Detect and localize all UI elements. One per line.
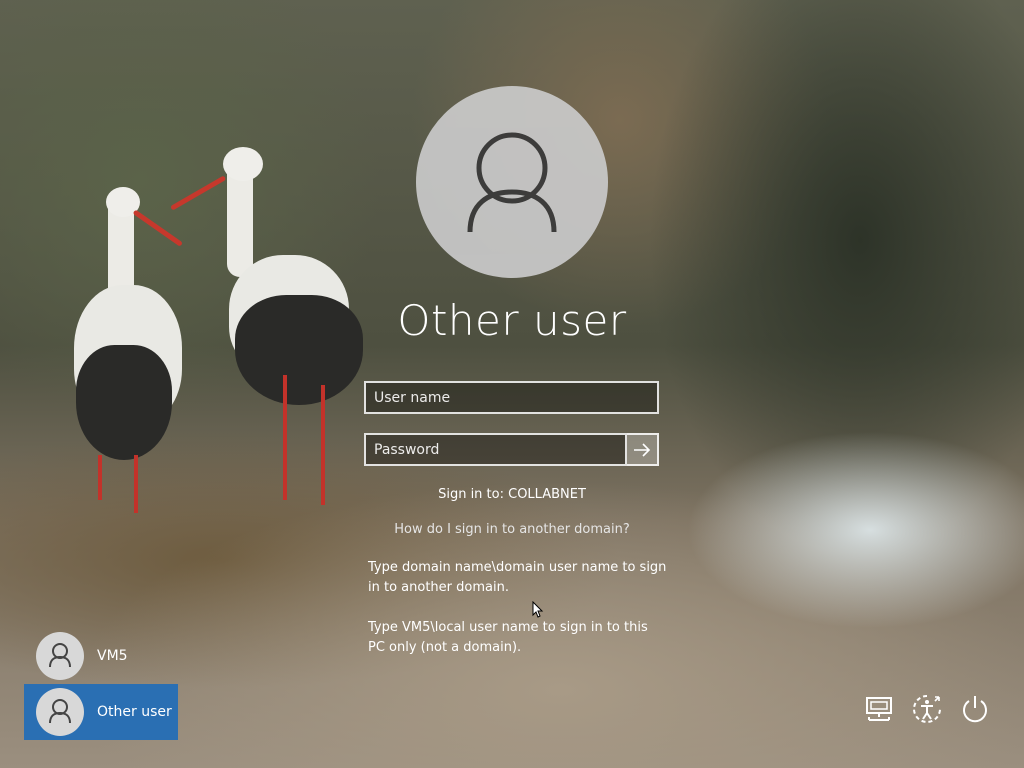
user-avatar-large	[416, 86, 608, 278]
mouse-cursor-icon	[532, 601, 544, 618]
network-icon	[866, 697, 892, 721]
person-icon	[49, 643, 71, 668]
page-title: Other user	[397, 296, 627, 345]
user-name-label: Other user	[97, 704, 172, 720]
sign-in-domain-label: Sign in to: COLLABNET	[438, 487, 586, 502]
password-input[interactable]	[364, 433, 627, 466]
username-input[interactable]	[364, 381, 659, 414]
ease-of-access-button[interactable]	[910, 692, 944, 726]
domain-help-link[interactable]: How do I sign in to another domain?	[0, 522, 1024, 537]
person-icon	[467, 132, 557, 233]
domain-help-text-1: Type domain name\domain user name to sig…	[368, 560, 667, 595]
user-tile-vm5[interactable]: VM5	[24, 628, 178, 684]
user-avatar-small	[36, 632, 84, 680]
domain-help-text-2: Type VM5\local user name to sign in to t…	[368, 620, 648, 655]
ease-of-access-icon	[913, 695, 941, 723]
arrow-right-icon	[634, 442, 651, 457]
user-tile-other-user[interactable]: Other user	[24, 684, 178, 740]
user-avatar-small	[36, 688, 84, 736]
user-name-label: VM5	[97, 648, 128, 664]
network-button[interactable]	[862, 692, 896, 726]
person-icon	[49, 699, 71, 724]
submit-button[interactable]	[627, 433, 659, 466]
power-button[interactable]	[958, 692, 992, 726]
power-icon	[963, 696, 987, 723]
